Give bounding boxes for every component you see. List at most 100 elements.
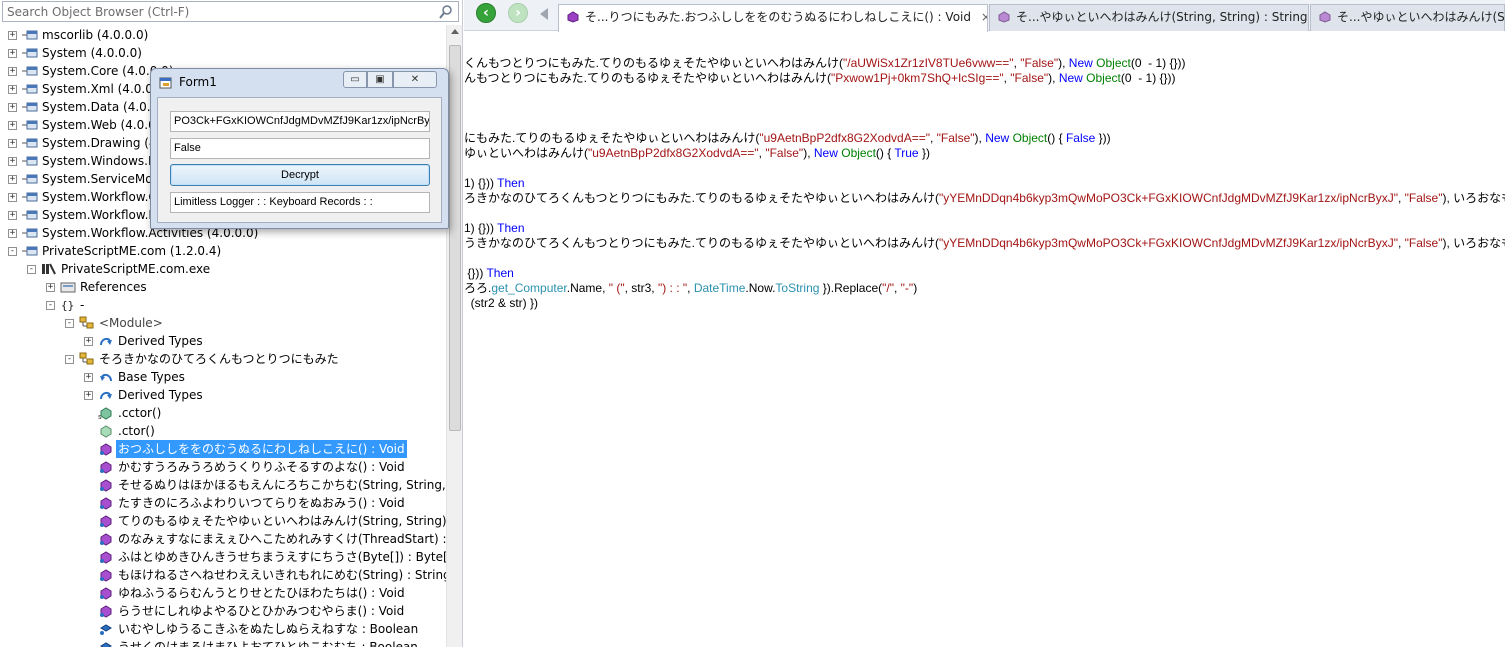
- static-method-icon: s: [98, 406, 114, 421]
- forward-button[interactable]: ›: [508, 3, 528, 23]
- expand-icon[interactable]: +: [8, 175, 17, 184]
- tree-item[interactable]: ゆねふうるらむんうとりせとたひほわたちは() : Void: [0, 584, 446, 602]
- tree-item[interactable]: .ctor(): [0, 422, 446, 440]
- code-token: ),: [974, 131, 986, 145]
- tree-item[interactable]: そせるぬりはほかほるもえんにろちこかちむ(String, String, C: [0, 476, 446, 494]
- assembly-icon: [22, 244, 38, 258]
- code-token: New: [1058, 71, 1083, 85]
- tree-item-label: PrivateScriptME.com.exe: [61, 262, 211, 276]
- code-token: "False": [765, 146, 804, 160]
- code-line: くんもつとりつにもみた.てりのもるゆぇそたやゆぃといへわはみんけ("/aUWiS…: [464, 56, 1186, 71]
- class-icon: [79, 352, 95, 366]
- code-token: Object: [1096, 56, 1131, 70]
- search-icon[interactable]: [438, 4, 454, 20]
- collapse-icon[interactable]: -: [27, 265, 36, 274]
- expand-icon[interactable]: +: [84, 373, 93, 382]
- collapse-icon[interactable]: -: [65, 355, 74, 364]
- scroll-up-arrow-icon[interactable]: [451, 29, 459, 34]
- code-line: 1) {})) Then: [464, 176, 525, 191]
- assembly-icon: [22, 226, 38, 240]
- tree-item[interactable]: てりのもるゆぇそたやゆぃといへわはみんけ(String, String) :: [0, 512, 446, 530]
- maximize-button[interactable]: ▣: [367, 71, 393, 88]
- expand-icon[interactable]: +: [84, 391, 93, 400]
- code-token: ), いろおなもかろうはなぇ: [1442, 236, 1505, 250]
- expand-icon[interactable]: +: [8, 211, 17, 220]
- code-line: 1) {})) Then: [464, 221, 525, 236]
- expand-icon[interactable]: +: [8, 193, 17, 202]
- close-icon[interactable]: ×: [981, 10, 987, 24]
- tab-active-method[interactable]: そ...りつにもみた.おつふししををのむうぬるにわしねしこえに() : Void…: [558, 4, 988, 32]
- code-token: Then: [497, 221, 525, 235]
- tab-method-3[interactable]: そ...やゆぃといへわはみんけ(String, String) : String: [1310, 4, 1505, 31]
- result-text-field[interactable]: Limitless Logger : : Keyboard Records : …: [170, 192, 430, 213]
- tree-item[interactable]: s .cctor(): [0, 404, 446, 422]
- expand-icon[interactable]: +: [8, 157, 17, 166]
- collapse-icon[interactable]: -: [46, 301, 55, 310]
- expand-icon[interactable]: +: [8, 67, 17, 76]
- code-token: ろきかなのひてろくんもつとりつにもみた.てりのもるゆぇそたやゆぃといへわはみんけ…: [464, 191, 939, 205]
- expand-icon[interactable]: +: [8, 103, 17, 112]
- scroll-thumb[interactable]: [449, 45, 461, 431]
- assembly-icon: [22, 154, 38, 168]
- tree-item[interactable]: + Derived Types: [0, 386, 446, 404]
- code-token: うきかなのひてろくんもつとりつにもみた.てりのもるゆぇそたやゆぃといへわはみんけ…: [464, 236, 939, 250]
- svg-text:s: s: [98, 413, 102, 420]
- expand-icon[interactable]: +: [8, 139, 17, 148]
- search-object-browser-input[interactable]: Search Object Browser (Ctrl-F): [2, 1, 459, 22]
- expand-icon[interactable]: +: [8, 49, 17, 58]
- tree-item[interactable]: らうせにしれゆよやるひとひかみつむやらま() : Void: [0, 602, 446, 620]
- references-icon: [60, 280, 76, 294]
- assembly-icon: [22, 100, 38, 114]
- tree-item-label: らうせにしれゆよやるひとひかみつむやらま() : Void: [118, 604, 405, 618]
- tree-item[interactable]: いむやしゆうるこきふをぬたしぬらえねすな : Boolean: [0, 620, 446, 638]
- collapse-icon[interactable]: -: [65, 319, 74, 328]
- decrypt-button[interactable]: Decrypt: [170, 164, 430, 186]
- tree-item[interactable]: のなみぇすなにまえぇひへこためれみすくけ(ThreadStart) : T: [0, 530, 446, 548]
- tree-item[interactable]: もほけねるさへねせわええいきれもれにめむ(String) : String: [0, 566, 446, 584]
- expand-icon[interactable]: +: [8, 31, 17, 40]
- tree-item[interactable]: たすきのにろふよわりいつてらりをぬおみう() : Void: [0, 494, 446, 512]
- tree-item[interactable]: おつふししををのむうぬるにわしねしこえに() : Void: [0, 440, 446, 458]
- form1-titlebar[interactable]: Form1 ▭ ▣ ✕: [151, 69, 448, 95]
- tree-item[interactable]: - PrivateScriptME.com (1.2.0.4): [0, 242, 446, 260]
- method-icon: [98, 604, 114, 618]
- tree-item[interactable]: - PrivateScriptME.com.exe: [0, 260, 446, 278]
- tab-method-2[interactable]: そ...やゆぃといへわはみんけ(String, String) : String…: [989, 4, 1309, 31]
- close-button[interactable]: ✕: [393, 71, 437, 88]
- tree-item[interactable]: - <Module>: [0, 314, 446, 332]
- tree-item[interactable]: うせくのけまるけまひよおてひとゆこむむち : Boolean: [0, 638, 446, 647]
- tree-item[interactable]: ふはとゆめきひんきうせちまうえすにちうさ(Byte[]) : Byte[]: [0, 548, 446, 566]
- expand-icon[interactable]: +: [8, 229, 17, 238]
- back-button[interactable]: ‹: [476, 3, 496, 23]
- tab-scroll-left-icon[interactable]: [540, 8, 548, 20]
- method-icon: [98, 496, 114, 510]
- flag-text-field[interactable]: False: [170, 138, 430, 159]
- tree-item[interactable]: + Base Types: [0, 368, 446, 386]
- code-token: "u9AetnBpP2dfx8G2XodvdA==": [588, 146, 759, 160]
- tree-item[interactable]: + mscorlib (4.0.0.0): [0, 26, 446, 44]
- code-token: }): [918, 146, 930, 160]
- decompiled-code[interactable]: くんもつとりつにもみた.てりのもるゆぇそたやゆぃといへわはみんけ("/aUWiS…: [464, 31, 1505, 647]
- tree-item-label: -: [80, 298, 85, 312]
- expand-icon[interactable]: +: [84, 337, 93, 346]
- expand-icon[interactable]: +: [46, 283, 55, 292]
- code-token: get_Computer: [491, 281, 567, 295]
- code-token: ゆぃといへわはみんけ(: [464, 146, 588, 160]
- tree-item-label: Derived Types: [118, 334, 203, 348]
- tree-item[interactable]: かむすうろみうろめうくりりふそるすのよな() : Void: [0, 458, 446, 476]
- method-icon: [98, 478, 114, 492]
- expand-icon[interactable]: +: [8, 121, 17, 130]
- code-token: ,: [687, 281, 694, 295]
- expand-icon[interactable]: +: [8, 85, 17, 94]
- tree-item[interactable]: + System (4.0.0.0): [0, 44, 446, 62]
- encrypted-text-field[interactable]: PO3Ck+FGxKIOWCnfJdgMDvMZfJ9Kar1zx/ipNcrB…: [170, 111, 430, 132]
- minimize-button[interactable]: ▭: [343, 71, 367, 88]
- tree-item[interactable]: -{} -: [0, 296, 446, 314]
- tree-item-label: .cctor(): [118, 406, 162, 420]
- tree-item[interactable]: + References: [0, 278, 446, 296]
- tree-item[interactable]: + Derived Types: [0, 332, 446, 350]
- form1-window: Form1 ▭ ▣ ✕ PO3Ck+FGxKIOWCnfJdgMDvMZfJ9K…: [150, 68, 449, 229]
- collapse-icon[interactable]: -: [8, 247, 17, 256]
- tree-item[interactable]: - そろきかなのひてろくんもつとりつにもみた: [0, 350, 446, 368]
- assembly-icon: [22, 172, 38, 186]
